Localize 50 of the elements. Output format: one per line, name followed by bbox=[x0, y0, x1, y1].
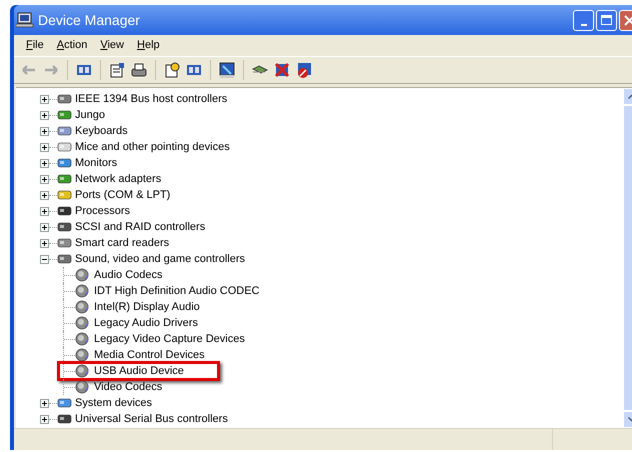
tree-item[interactable]: Processors bbox=[75, 202, 130, 220]
help-icon[interactable] bbox=[163, 61, 181, 79]
tree-item[interactable]: Legacy Audio Drivers bbox=[94, 314, 198, 332]
scan-monitor-icon[interactable] bbox=[218, 61, 236, 79]
window-title: Device Manager bbox=[38, 10, 140, 30]
expand-icon[interactable] bbox=[40, 222, 49, 232]
menu-item[interactable]: Help bbox=[131, 35, 166, 56]
tree-item[interactable]: Keyboards bbox=[75, 122, 128, 140]
collapse-icon[interactable] bbox=[40, 254, 49, 264]
tree-item[interactable]: Audio Codecs bbox=[94, 266, 162, 284]
expand-icon[interactable] bbox=[40, 110, 49, 120]
menu-item[interactable]: View bbox=[94, 35, 130, 56]
tree-item[interactable]: Media Control Devices bbox=[94, 346, 205, 364]
tree-item[interactable]: Intel(R) Display Audio bbox=[94, 298, 200, 316]
expand-icon[interactable] bbox=[40, 174, 49, 184]
uninstall-icon[interactable] bbox=[273, 61, 291, 79]
properties-icon[interactable] bbox=[108, 61, 126, 79]
tree-item[interactable]: Legacy Video Capture Devices bbox=[94, 330, 245, 348]
close-icon bbox=[624, 14, 632, 26]
expand-icon[interactable] bbox=[40, 158, 49, 168]
tree-item[interactable]: Network adapters bbox=[75, 170, 162, 188]
maximize-icon bbox=[601, 15, 612, 25]
tree-item[interactable]: Smart card readers bbox=[75, 234, 170, 252]
expand-icon[interactable] bbox=[40, 398, 49, 408]
tree-item[interactable]: Sound, video and game controllers bbox=[75, 250, 245, 268]
expand-icon[interactable] bbox=[40, 238, 49, 248]
tree-item[interactable]: SCSI and RAID controllers bbox=[75, 218, 206, 236]
tree-item[interactable]: Video Codecs bbox=[94, 378, 162, 396]
tree-item[interactable]: IEEE 1394 Bus host controllers bbox=[75, 90, 228, 108]
expand-icon[interactable] bbox=[40, 142, 49, 152]
expand-icon[interactable] bbox=[40, 126, 49, 136]
tree-item[interactable]: IDT High Definition Audio CODEC bbox=[94, 282, 260, 300]
menu-item[interactable]: File bbox=[20, 35, 50, 56]
minimize-icon bbox=[580, 24, 586, 26]
menu-item[interactable]: Action bbox=[50, 35, 94, 56]
tree-item[interactable]: Monitors bbox=[75, 154, 118, 172]
tree-item[interactable]: Mice and other pointing devices bbox=[75, 138, 230, 156]
tree-item[interactable]: USB Audio Device bbox=[94, 362, 184, 380]
expand-icon[interactable] bbox=[40, 414, 49, 424]
printer-icon[interactable] bbox=[130, 61, 148, 79]
expand-icon[interactable] bbox=[40, 94, 49, 104]
expand-icon[interactable] bbox=[40, 206, 49, 216]
tree-item[interactable]: System devices bbox=[75, 394, 152, 412]
expand-icon[interactable] bbox=[40, 190, 49, 200]
maximize-button[interactable] bbox=[596, 10, 617, 30]
tree-item[interactable]: Jungo bbox=[75, 106, 105, 124]
tree-item[interactable]: Universal Serial Bus controllers bbox=[75, 410, 228, 428]
disable-icon[interactable] bbox=[295, 61, 313, 79]
tree-item[interactable]: Ports (COM & LPT) bbox=[75, 186, 170, 204]
minimize-button[interactable] bbox=[573, 10, 594, 30]
